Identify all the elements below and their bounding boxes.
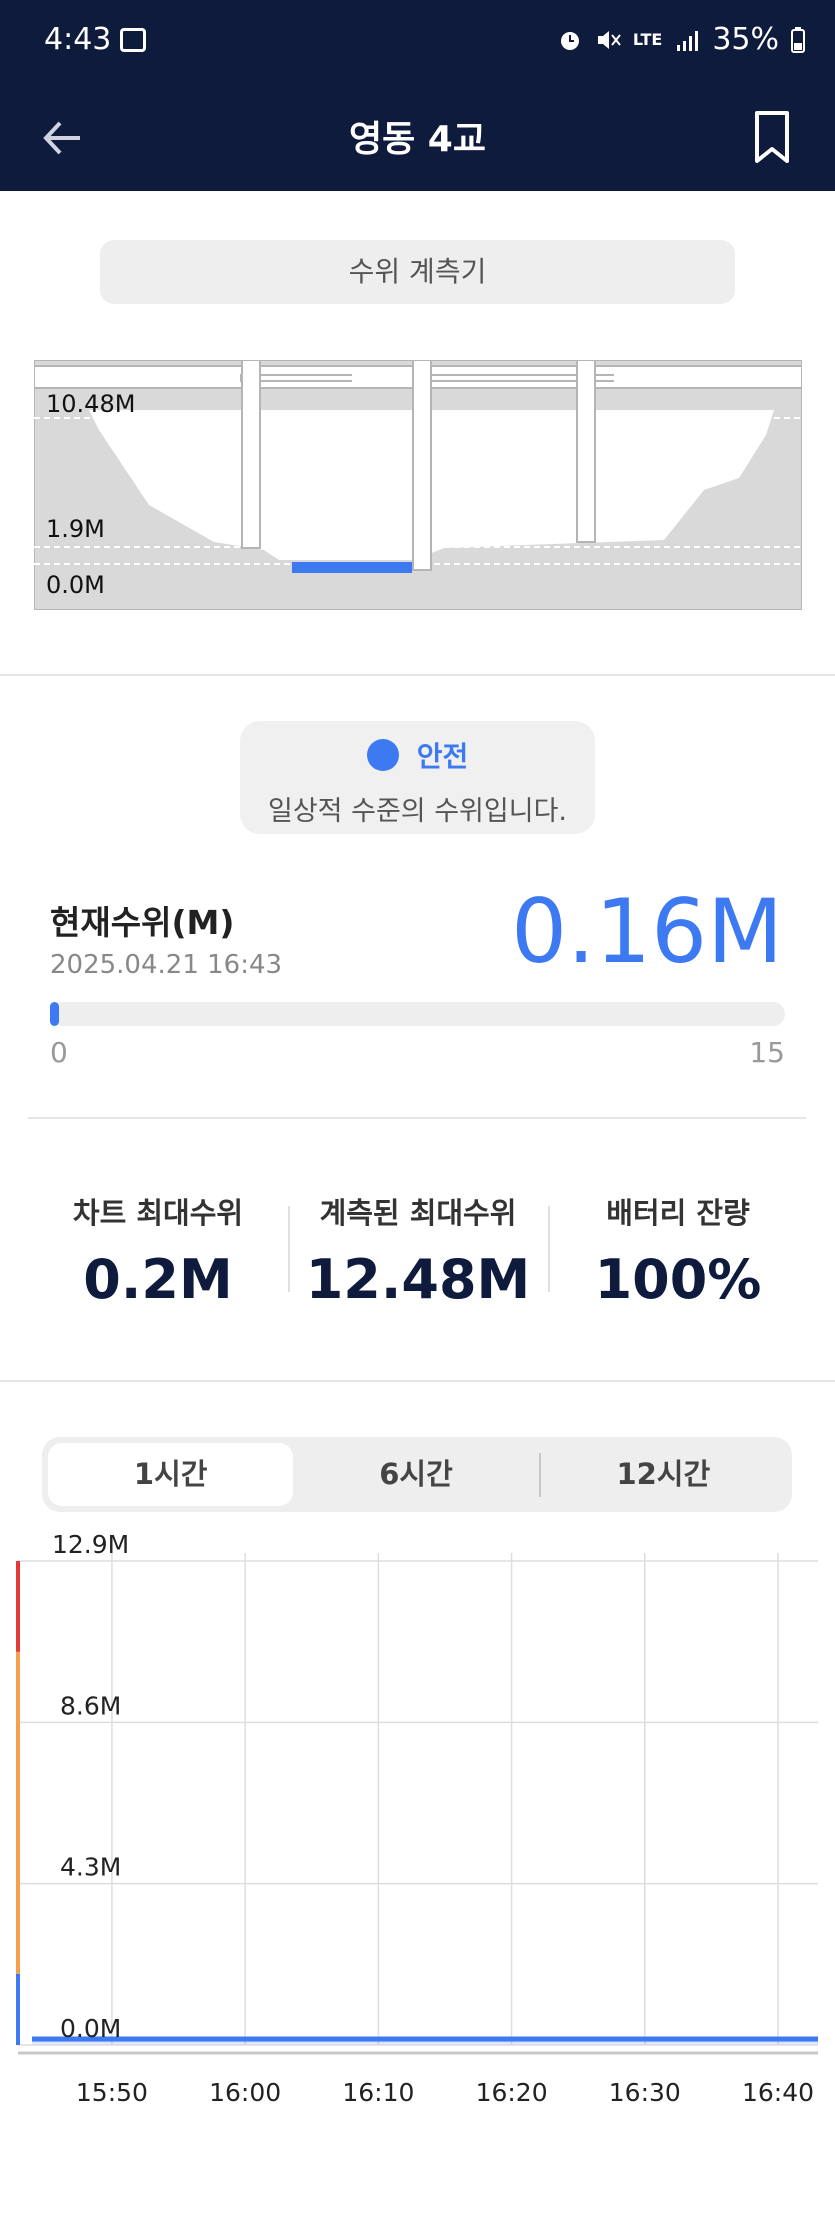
stat-value: 0.2M xyxy=(83,1248,233,1311)
bookmark-icon[interactable] xyxy=(747,107,797,167)
current-level-timestamp: 2025.04.21 16:43 xyxy=(50,950,283,980)
app-bar: 영동 4교 xyxy=(0,85,835,191)
alarm-icon xyxy=(560,31,579,50)
status-badge: 안전 일상적 수준의 수위입니다. xyxy=(240,721,595,834)
tab-12h[interactable]: 12시간 xyxy=(541,1443,786,1506)
stat-value: 100% xyxy=(594,1248,762,1311)
network-label: LTE xyxy=(632,30,663,49)
bridge-pier-2 xyxy=(412,360,432,571)
x-tick-label: 16:10 xyxy=(342,2078,414,2107)
divider xyxy=(28,1117,806,1119)
y-tick-label: 8.6M xyxy=(60,1691,121,1720)
gauge-level-label: 1.9M xyxy=(46,515,105,543)
y-tick-label: 4.3M xyxy=(60,1853,121,1882)
stat-label: 차트 최대수위 xyxy=(72,1196,244,1230)
signal-icon xyxy=(677,30,699,51)
bridge-diagram: 10.48M 1.9M 0.0M xyxy=(34,360,802,610)
current-level-value: 0.16M xyxy=(511,880,783,983)
mute-icon xyxy=(597,30,621,49)
battery-percent: 35% xyxy=(712,22,779,57)
stat-battery: 배터리 잔량 100% xyxy=(548,1190,808,1311)
status-dot-icon xyxy=(366,739,399,771)
divider xyxy=(0,1380,835,1382)
status-time: 4:43 xyxy=(44,22,112,57)
tab-6h[interactable]: 6시간 xyxy=(293,1443,538,1506)
y-tick-label: 0.0M xyxy=(60,2014,121,2043)
x-tick-label: 16:40 xyxy=(742,2078,814,2107)
x-tick-label: 16:20 xyxy=(476,2078,548,2107)
bridge-pier-3 xyxy=(576,360,596,543)
water-level-fill xyxy=(292,562,412,573)
stat-chart-max: 차트 최대수위 0.2M xyxy=(28,1190,288,1311)
gauge-level-label: 0.0M xyxy=(46,571,105,599)
gauge-section-label: 수위 계측기 xyxy=(100,240,735,304)
battery-icon xyxy=(791,26,805,53)
stat-measured-max: 계측된 최대수위 12.48M xyxy=(288,1190,548,1311)
divider xyxy=(0,674,835,676)
gauge-level-label: 10.48M xyxy=(46,390,135,418)
y-tick-label: 12.9M xyxy=(52,1530,129,1559)
status-bar: 4:43 LTE 35% xyxy=(0,0,835,85)
stat-label: 계측된 최대수위 xyxy=(319,1196,517,1230)
stat-value: 12.48M xyxy=(305,1248,531,1311)
tab-1h[interactable]: 1시간 xyxy=(48,1443,294,1506)
status-description: 일상적 수준의 수위입니다. xyxy=(268,796,567,827)
status-icons: LTE 35% xyxy=(557,22,805,57)
current-level-progress xyxy=(50,1002,785,1026)
time-range-tabs: 1시간 6시간 12시간 xyxy=(42,1437,792,1512)
stats-row: 차트 최대수위 0.2M 계측된 최대수위 12.48M 배터리 잔량 100% xyxy=(28,1190,808,1311)
current-level-title: 현재수위(M) xyxy=(50,903,235,942)
progress-max-label: 15 xyxy=(749,1036,785,1069)
current-level-progress-fill xyxy=(50,1002,59,1026)
x-tick-label: 16:00 xyxy=(209,2078,281,2107)
x-tick-label: 16:30 xyxy=(609,2078,681,2107)
gallery-icon xyxy=(120,28,146,52)
status-label: 안전 xyxy=(416,740,469,773)
x-tick-label: 15:50 xyxy=(76,2078,148,2107)
page-title: 영동 4교 xyxy=(349,119,486,160)
bridge-pier-1 xyxy=(241,360,261,549)
water-level-chart: 12.9M 8.6M 4.3M 0.0M 15:50 16:00 16:10 16:20 16:… xyxy=(16,1530,818,2107)
progress-min-label: 0 xyxy=(50,1036,68,1069)
stat-label: 배터리 잔량 xyxy=(606,1196,750,1230)
